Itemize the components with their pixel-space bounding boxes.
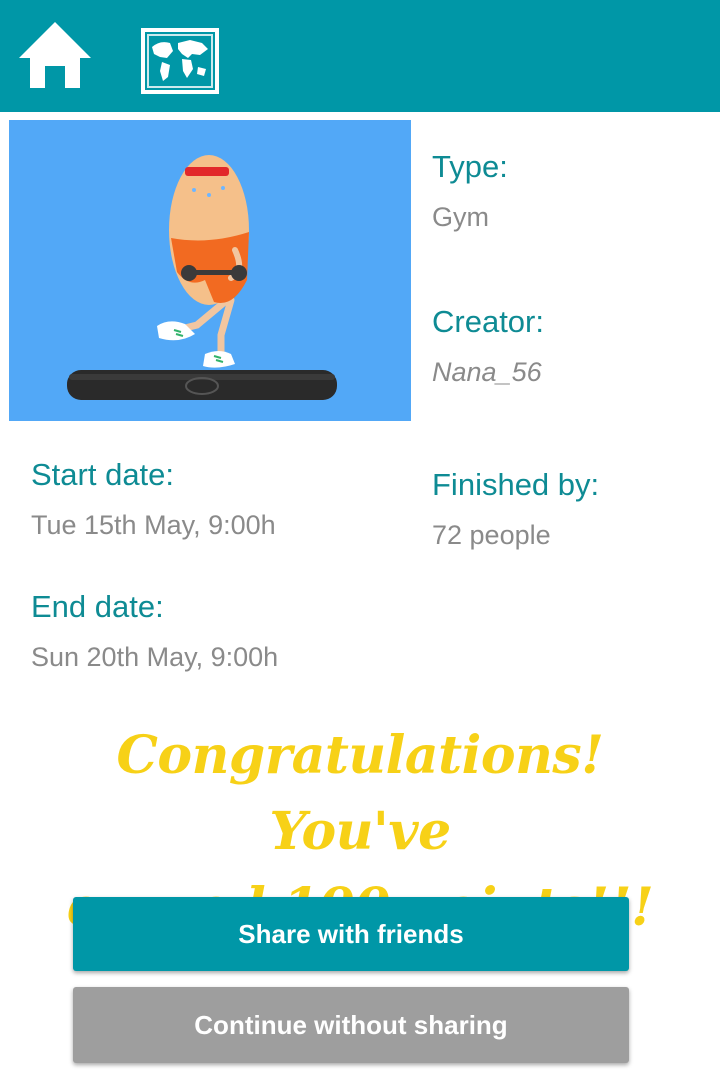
share-with-friends-button[interactable]: Share with friends: [73, 897, 629, 971]
congratulations-line-1: Congratulations! You've: [116, 725, 604, 862]
end-date-value: Sun 20th May, 9:00h: [31, 642, 279, 672]
treadmill-runner-image: [67, 155, 337, 400]
type-value: Gym: [432, 202, 489, 232]
world-map-button[interactable]: [140, 27, 220, 95]
home-button[interactable]: [16, 20, 94, 92]
continue-without-sharing-button[interactable]: Continue without sharing: [73, 987, 629, 1063]
start-date-label: Start date:: [31, 457, 175, 492]
workout-illustration: [9, 120, 411, 421]
creator-label: Creator:: [432, 304, 544, 339]
home-icon: [19, 22, 91, 88]
finished-by-label: Finished by:: [432, 467, 600, 502]
top-app-bar: [0, 0, 720, 112]
world-map-icon: [141, 28, 219, 94]
start-date-value: Tue 15th May, 9:00h: [31, 510, 276, 540]
end-date-label: End date:: [31, 589, 164, 624]
creator-value: Nana_56: [432, 357, 542, 387]
type-label: Type:: [432, 149, 508, 184]
finished-by-value: 72 people: [432, 520, 551, 550]
